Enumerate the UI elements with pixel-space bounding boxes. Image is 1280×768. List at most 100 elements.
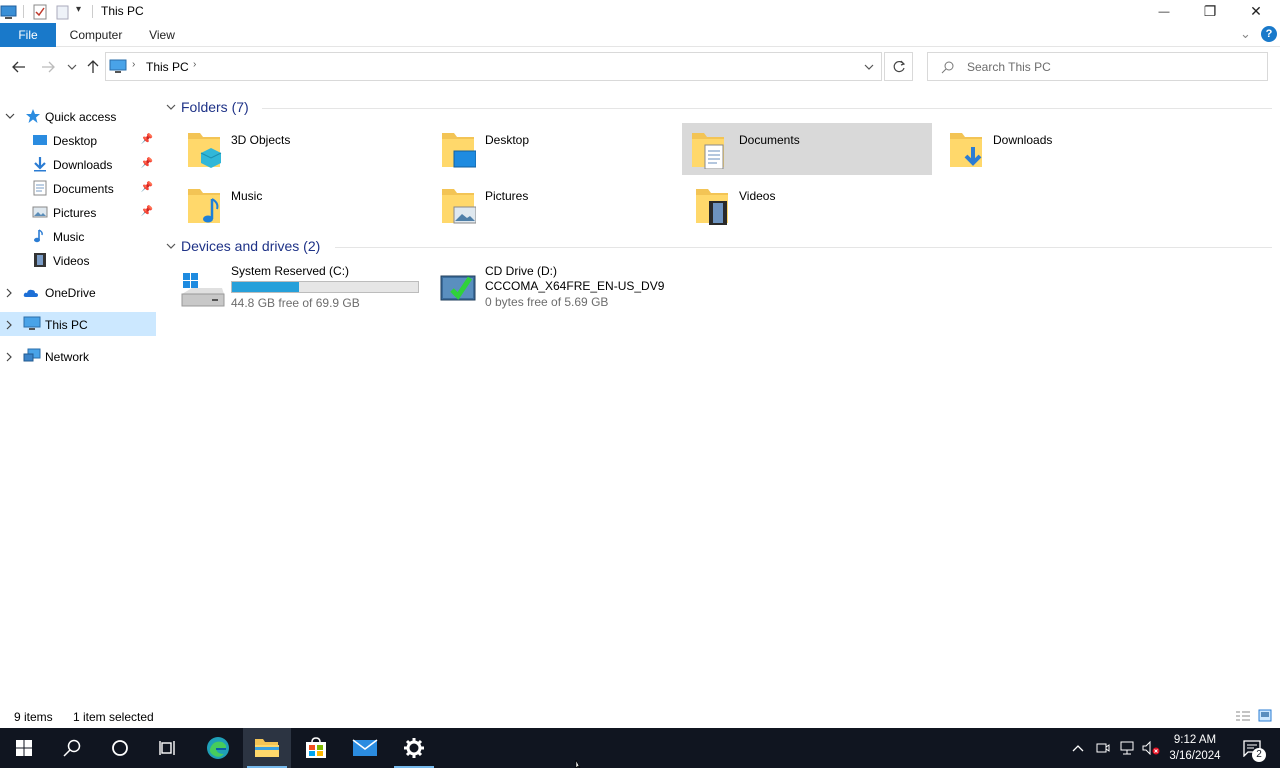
sidebar-item-label: Quick access [45,110,117,124]
up-button[interactable] [81,55,105,79]
drive-volume-label: CCCOMA_X64FRE_EN-US_DV9 [485,279,665,293]
drive-name: CD Drive (D:) [485,264,557,278]
computer-icon[interactable] [0,4,18,20]
clock-time: 9:12 AM [1173,734,1217,746]
clock[interactable]: 9:12 AM 3/16/2024 [1164,728,1226,768]
meet-now-button[interactable] [1093,728,1113,768]
details-view-icon[interactable] [1235,710,1251,722]
folder-label: Videos [739,189,776,203]
file-explorer-button[interactable] [243,728,291,768]
sidebar-item-onedrive[interactable]: OneDrive [0,280,156,304]
chevron-right-icon[interactable] [5,288,13,298]
large-icons-view-icon[interactable] [1258,709,1272,722]
drive-d[interactable]: CD Drive (D:) CCCOMA_X64FRE_EN-US_DV9 0 … [436,262,686,312]
chevron-right-icon[interactable] [5,320,13,330]
cortana-icon [112,740,128,756]
mail-icon [352,739,378,756]
edge-button[interactable] [194,728,242,768]
forward-button[interactable] [36,55,60,79]
search-input[interactable]: Search This PC [927,52,1268,81]
search-button[interactable] [48,728,96,768]
sidebar-item-desktop[interactable]: Desktop 📌 [0,128,156,152]
folder-desktop[interactable]: Desktop [436,123,686,175]
pin-icon[interactable]: 📌 [141,206,153,217]
show-hidden-icons-button[interactable] [1068,728,1088,768]
chevron-down-icon[interactable] [166,242,176,250]
pictures-folder-icon [442,189,476,224]
folder-label: Downloads [993,133,1053,147]
downloads-folder-icon [950,133,982,167]
sidebar-item-label: Videos [53,254,90,268]
drive-c[interactable]: System Reserved (C:) 44.8 GB free of 69.… [176,262,426,312]
computer-icon [23,316,41,330]
chevron-right-icon[interactable] [5,352,13,362]
drive-free-space: 44.8 GB free of 69.9 GB [231,296,360,310]
videos-folder-icon [696,189,728,225]
breadcrumb-this-pc[interactable]: This PC [146,60,189,74]
task-view-icon [159,741,175,755]
minimize-button[interactable]: — [1141,0,1187,23]
cloud-icon [23,289,38,297]
sidebar-item-pictures[interactable]: Pictures 📌 [0,200,156,224]
sidebar-item-label: Network [45,350,90,364]
action-center-button[interactable]: 2 [1234,728,1270,768]
mail-button[interactable] [341,728,389,768]
maximize-button[interactable]: ❐ [1187,0,1233,23]
pictures-icon [32,206,48,218]
refresh-button[interactable] [884,52,913,81]
sidebar-item-documents[interactable]: Documents 📌 [0,176,156,200]
edge-icon [207,737,229,759]
sidebar-item-quick-access[interactable]: Quick access [0,104,156,128]
drives-group-header[interactable]: Devices and drives (2) [181,238,320,254]
ribbon-tabs: File Computer View ⌄ ? [0,23,1280,47]
status-bar: 9 items 1 item selected [0,706,1280,728]
network-status-button[interactable] [1116,728,1138,768]
cortana-button[interactable] [96,728,144,768]
task-view-button[interactable] [144,728,192,768]
folder-pictures[interactable]: Pictures [436,179,686,231]
address-dropdown-icon[interactable] [864,63,874,71]
settings-button[interactable] [390,728,438,768]
back-button[interactable] [7,55,31,79]
folder-documents[interactable]: Documents [682,123,932,175]
new-folder-icon[interactable] [55,4,71,20]
arrow-right-icon [42,61,55,73]
drive-free-space: 0 bytes free of 5.69 GB [485,295,609,309]
window-title: This PC [101,4,144,18]
cd-drive-icon [440,275,476,301]
sidebar-item-music[interactable]: Music [0,224,156,248]
help-icon[interactable]: ? [1261,26,1277,42]
close-button[interactable]: ✕ [1233,0,1279,23]
notification-count-badge: 2 [1252,748,1266,762]
network-icon [23,348,41,362]
pin-icon[interactable]: 📌 [141,182,153,193]
folders-group-header[interactable]: Folders (7) [181,99,249,115]
item-count: 9 items [14,710,53,724]
folder-3d-objects[interactable]: 3D Objects [182,123,432,175]
sidebar-item-downloads[interactable]: Downloads 📌 [0,152,156,176]
breadcrumb-chevron-icon[interactable]: › [193,59,196,70]
store-button[interactable] [292,728,340,768]
tab-computer[interactable]: Computer [62,23,130,47]
sidebar-item-videos[interactable]: Videos [0,248,156,272]
chevron-down-icon[interactable] [166,103,176,111]
sidebar-item-network[interactable]: Network [0,344,156,368]
folder-videos[interactable]: Videos [690,179,940,231]
tab-view[interactable]: View [142,23,182,47]
sidebar-item-this-pc[interactable]: This PC [0,312,156,336]
folder-music[interactable]: Music [182,179,432,231]
properties-icon[interactable] [32,4,48,20]
folder-downloads[interactable]: Downloads [944,123,1194,175]
ribbon-expand-icon[interactable]: ⌄ [1240,26,1251,42]
customize-quick-access-icon[interactable]: ▾ [76,4,81,15]
group-divider [335,247,1272,248]
meet-now-icon [1096,743,1110,753]
address-bar[interactable]: › This PC › [105,52,882,81]
tab-file[interactable]: File [0,23,56,47]
pin-icon[interactable]: 📌 [141,158,153,169]
pin-icon[interactable]: 📌 [141,134,153,145]
volume-button[interactable] [1140,728,1162,768]
chevron-down-icon[interactable] [5,112,15,120]
store-icon [306,737,326,758]
start-button[interactable] [0,728,48,768]
